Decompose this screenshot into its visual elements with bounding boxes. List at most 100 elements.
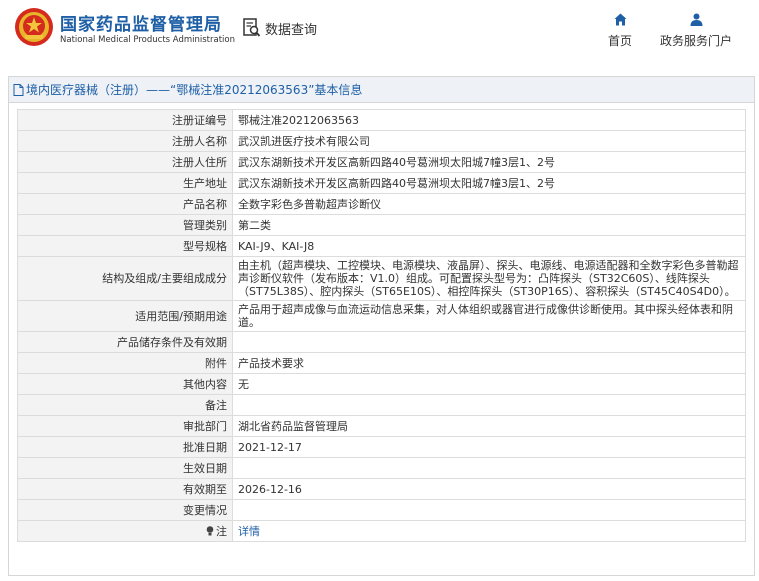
table-row: 备注	[17, 394, 746, 416]
row-label: 注册人名称	[172, 134, 227, 148]
row-value-cell: 武汉东湖新技术开发区高新四路40号葛洲坝太阳城7幢3层1、2号	[232, 151, 746, 173]
row-value-cell: 产品用于超声成像与血流运动信息采集，对人体组织或器官进行成像供诊断使用。其中探头…	[232, 300, 746, 332]
row-value-cell: 无	[232, 373, 746, 395]
document-icon	[13, 83, 24, 96]
row-value: 武汉东湖新技术开发区高新四路40号葛洲坝太阳城7幢3层1、2号	[238, 176, 555, 190]
table-row: 审批部门 湖北省药品监督管理局	[17, 415, 746, 437]
row-label-cell: 注	[17, 520, 233, 542]
row-label: 注	[216, 524, 227, 538]
row-value: 湖北省药品监督管理局	[238, 419, 348, 433]
search-document-icon	[243, 18, 261, 37]
table-row: 有效期至 2026-12-16	[17, 478, 746, 500]
row-value-cell: 详情	[232, 520, 746, 542]
row-label: 附件	[205, 356, 227, 370]
table-row: 批准日期 2021-12-17	[17, 436, 746, 458]
table-row: 管理类别 第二类	[17, 214, 746, 236]
row-label: 其他内容	[183, 377, 227, 391]
bulb-icon	[206, 525, 214, 535]
row-value: 鄂械注准20212063563	[238, 113, 359, 127]
row-value-cell: 第二类	[232, 214, 746, 236]
row-label: 生效日期	[183, 461, 227, 475]
nav-home-label: 首页	[608, 34, 633, 48]
row-value-cell: 由主机（超声模块、工控模块、电源模块、液晶屏）、探头、电源线、电源适配器和全数字…	[232, 256, 746, 301]
table-row: 适用范围/预期用途 产品用于超声成像与血流运动信息采集，对人体组织或器官进行成像供…	[17, 300, 746, 332]
row-value: KAI-J9、KAI-J8	[238, 239, 315, 253]
row-label: 备注	[205, 398, 227, 412]
row-label-cell: 产品名称	[17, 193, 233, 215]
panel-header: 境内医疗器械（注册）——“鄂械注准20212063563”基本信息	[9, 77, 754, 103]
table-row: 其他内容无	[17, 373, 746, 395]
row-value-cell: 2021-12-17	[232, 436, 746, 458]
row-value-cell: 湖北省药品监督管理局	[232, 415, 746, 437]
table-row: 产品储存条件及有效期	[17, 331, 746, 353]
user-icon	[690, 13, 702, 26]
row-label-cell: 结构及组成/主要组成成分	[17, 256, 233, 301]
table-row: 产品名称 全数字彩色多普勒超声诊断仪	[17, 193, 746, 215]
table-row: 注册证编号 鄂械注准20212063563	[17, 109, 746, 131]
row-label-cell: 适用范围/预期用途	[17, 300, 233, 332]
row-value: 全数字彩色多普勒超声诊断仪	[238, 197, 381, 211]
row-value-cell	[232, 499, 746, 521]
row-value-cell	[232, 331, 746, 353]
row-label-cell: 注册人名称	[17, 130, 233, 152]
panel-title: 境内医疗器械（注册）——“鄂械注准20212063563”基本信息	[26, 83, 363, 97]
row-label-cell: 生效日期	[17, 457, 233, 479]
row-label: 审批部门	[183, 419, 227, 433]
row-value: 第二类	[238, 218, 271, 232]
row-label: 产品名称	[183, 197, 227, 211]
row-value-cell: 2026-12-16	[232, 478, 746, 500]
data-query-label: 数据查询	[265, 22, 318, 38]
row-value-cell: 武汉东湖新技术开发区高新四路40号葛洲坝太阳城7幢3层1、2号	[232, 172, 746, 194]
table-row: 注册人名称 武汉凯进医疗技术有限公司	[17, 130, 746, 152]
top-header: 国家药品监督管理局 National Medical Products Admi…	[0, 0, 759, 64]
table-row: 结构及组成/主要组成成分 由主机（超声模块、工控模块、电源模块、液晶屏）、探头、电…	[17, 256, 746, 301]
home-icon	[614, 13, 626, 26]
nav-home[interactable]: 首页	[608, 13, 632, 49]
row-value-cell: 全数字彩色多普勒超声诊断仪	[232, 193, 746, 215]
row-label-cell: 批准日期	[17, 436, 233, 458]
row-label-cell: 生产地址	[17, 172, 233, 194]
row-label-cell: 审批部门	[17, 415, 233, 437]
row-label: 注册证编号	[172, 113, 227, 127]
table-row: 变更情况	[17, 499, 746, 521]
emblem-logo-icon	[15, 8, 53, 46]
brand-name-en: National Medical Products Administration	[60, 35, 235, 45]
row-label: 有效期至	[183, 482, 227, 496]
row-value: 武汉凯进医疗技术有限公司	[238, 134, 370, 148]
row-label: 产品储存条件及有效期	[117, 335, 227, 349]
row-value: 产品用于超声成像与血流运动信息采集，对人体组织或器官进行成像供诊断使用。其中探头…	[238, 303, 733, 329]
row-label: 管理类别	[183, 218, 227, 232]
row-value: 2021-12-17	[238, 440, 302, 454]
info-panel: 境内医疗器械（注册）——“鄂械注准20212063563”基本信息 注册证编号鄂…	[8, 76, 755, 576]
row-value-cell: 鄂械注准20212063563	[232, 109, 746, 131]
row-label-cell: 备注	[17, 394, 233, 416]
nav-service-label: 政务服务门户	[660, 34, 733, 48]
row-value: 武汉东湖新技术开发区高新四路40号葛洲坝太阳城7幢3层1、2号	[238, 155, 555, 169]
brand-name-cn: 国家药品监督管理局	[60, 15, 222, 35]
row-label-cell: 产品储存条件及有效期	[17, 331, 233, 353]
row-value-cell	[232, 457, 746, 479]
row-label: 结构及组成/主要组成成分	[102, 272, 227, 285]
row-value-cell	[232, 394, 746, 416]
nav-service-portal[interactable]: 政务服务门户	[660, 13, 732, 49]
row-label-cell: 有效期至	[17, 478, 233, 500]
row-label: 变更情况	[183, 503, 227, 517]
table-row: 型号规格 KAI-J9、KAI-J8	[17, 235, 746, 257]
data-query-link[interactable]: 数据查询	[243, 17, 317, 39]
row-label-cell: 其他内容	[17, 373, 233, 395]
row-label-cell: 注册人住所	[17, 151, 233, 173]
info-table: 注册证编号 鄂械注准20212063563 注册人名称 武汉凯进医疗技术有限公司 注册人…	[17, 109, 746, 542]
row-label-cell: 附件	[17, 352, 233, 374]
details-link[interactable]: 详情	[238, 525, 260, 538]
table-row: 注册人住所 武汉东湖新技术开发区高新四路40号葛洲坝太阳城7幢3层1、2号	[17, 151, 746, 173]
table-row: 注详情	[17, 520, 746, 542]
row-label: 注册人住所	[172, 155, 227, 169]
row-label-cell: 变更情况	[17, 499, 233, 521]
table-row: 生效日期	[17, 457, 746, 479]
row-value-cell: 武汉凯进医疗技术有限公司	[232, 130, 746, 152]
row-label: 生产地址	[183, 176, 227, 190]
table-row: 附件 产品技术要求	[17, 352, 746, 374]
row-label: 适用范围/预期用途	[135, 309, 227, 323]
row-label-cell: 型号规格	[17, 235, 233, 257]
row-label: 批准日期	[183, 440, 227, 454]
